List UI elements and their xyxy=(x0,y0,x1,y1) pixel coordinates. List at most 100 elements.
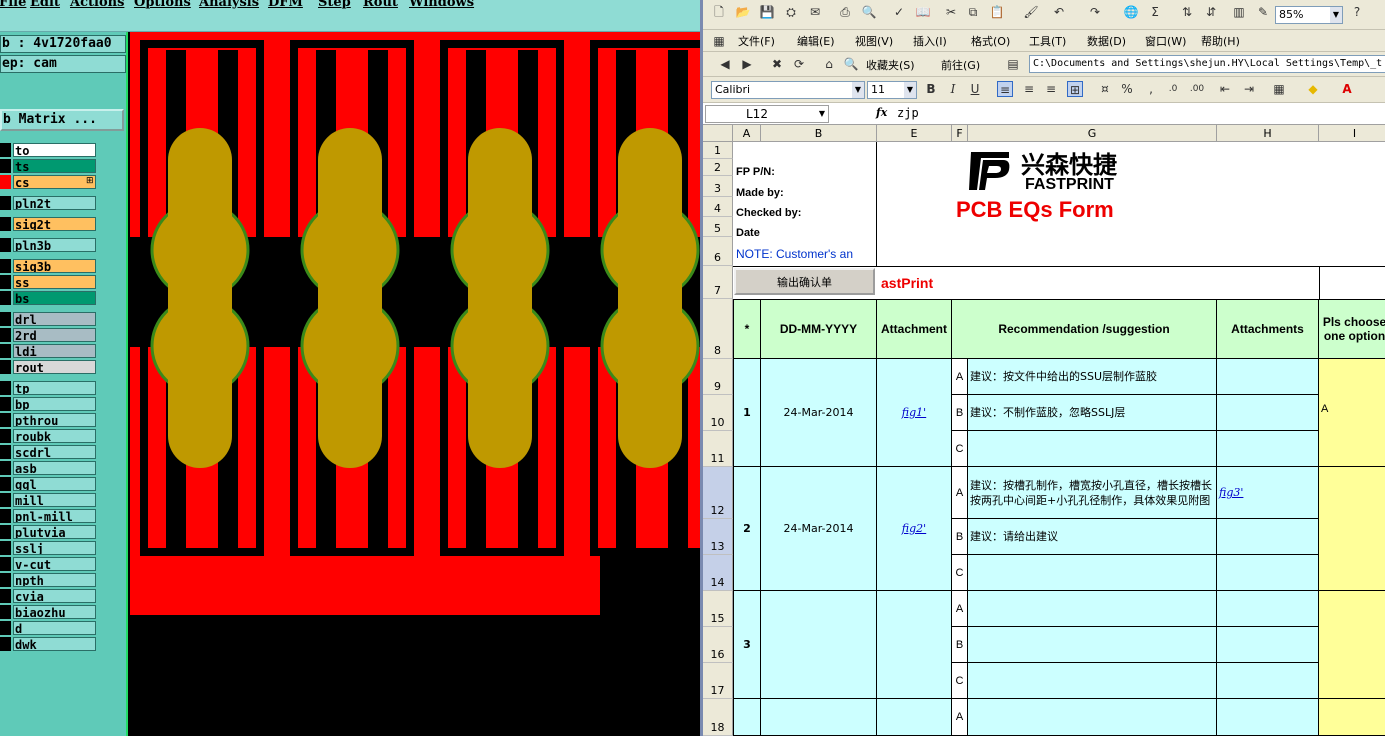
layer-name[interactable]: ts xyxy=(13,159,96,173)
layer-row-to[interactable]: to xyxy=(0,142,128,158)
select-all-corner[interactable] xyxy=(703,125,733,142)
item-attachment-cell[interactable]: fig1' xyxy=(877,359,952,467)
option-recommendation[interactable] xyxy=(968,431,1217,467)
menu-dfm[interactable]: DFM xyxy=(268,0,303,10)
layer-row-mill[interactable]: mill xyxy=(0,492,128,508)
layer-swatch[interactable] xyxy=(0,429,11,443)
menu-window-cn[interactable]: 窗口(W) xyxy=(1145,33,1186,49)
layer-swatch[interactable] xyxy=(0,196,11,210)
increase-indent-icon[interactable]: ⇥ xyxy=(1241,81,1257,97)
autosum-icon[interactable]: Σ xyxy=(1147,4,1163,20)
item-number[interactable]: 2 xyxy=(733,467,761,591)
merge-center-icon[interactable]: ⊞ xyxy=(1067,81,1083,97)
layer-name[interactable]: to xyxy=(13,143,96,157)
menu-edit-cn[interactable]: 编辑(E) xyxy=(797,33,835,49)
menu-help-cn[interactable]: 帮助(H) xyxy=(1201,33,1240,49)
layer-row-npth[interactable]: npth xyxy=(0,572,128,588)
layer-swatch[interactable] xyxy=(0,589,11,603)
font-name-box[interactable]: Calibri ▼ xyxy=(711,81,865,99)
choice-cell[interactable] xyxy=(1319,591,1385,699)
layer-name[interactable]: dwk xyxy=(13,637,96,651)
layer-swatch[interactable] xyxy=(0,509,11,523)
layer-row-ss[interactable]: ss xyxy=(0,274,128,290)
menu-options[interactable]: Options xyxy=(134,0,191,10)
new-icon[interactable]: 🗋 xyxy=(711,4,727,20)
column-header-b[interactable]: B xyxy=(761,125,877,142)
italic-icon[interactable]: I xyxy=(945,81,961,97)
comma-icon[interactable]: , xyxy=(1143,81,1159,97)
row-header[interactable]: 12 xyxy=(703,467,733,519)
layer-row-drl[interactable]: drl xyxy=(0,311,128,327)
row-header[interactable]: 4 xyxy=(703,197,733,217)
layer-name[interactable]: sig3b xyxy=(13,259,96,273)
item-attachment-cell[interactable] xyxy=(877,591,952,699)
underline-icon[interactable]: U xyxy=(967,81,983,97)
layer-swatch[interactable] xyxy=(0,291,11,305)
layer-name[interactable]: tp xyxy=(13,381,96,395)
option-recommendation[interactable]: 建议：按文件中给出的SSU层制作蓝胶 xyxy=(968,359,1217,395)
layer-row-plutvia[interactable]: plutvia xyxy=(0,524,128,540)
layer-swatch[interactable] xyxy=(0,413,11,427)
row-header[interactable]: 8 xyxy=(703,299,733,359)
layer-name[interactable]: bp xyxy=(13,397,96,411)
menu-view-cn[interactable]: 视图(V) xyxy=(855,33,893,49)
name-box[interactable]: L12 ▼ xyxy=(705,105,829,123)
refresh-icon[interactable]: ⟳ xyxy=(791,56,807,72)
menu-analysis[interactable]: Analysis xyxy=(199,0,259,10)
font-color-icon[interactable]: A xyxy=(1339,81,1355,97)
layer-row-bs[interactable]: bs xyxy=(0,290,128,306)
help-icon[interactable]: ? xyxy=(1349,4,1365,20)
layer-row-tp[interactable]: tp xyxy=(0,380,128,396)
option-attachment-cell[interactable]: fig3' xyxy=(1217,467,1319,519)
layer-row-cvia[interactable]: cvia xyxy=(0,588,128,604)
borders-icon[interactable]: ▦ xyxy=(1271,81,1287,97)
layer-name[interactable]: drl xyxy=(13,312,96,326)
option-recommendation[interactable] xyxy=(968,663,1217,699)
layer-row-asb[interactable]: asb xyxy=(0,460,128,476)
row-header[interactable]: 18 xyxy=(703,699,733,736)
layer-name[interactable]: roubk xyxy=(13,429,96,443)
layer-row-v-cut[interactable]: v-cut xyxy=(0,556,128,572)
option-recommendation[interactable]: 建议：按槽孔制作，槽宽按小孔直径，槽长按槽长按两孔中心间距+小孔孔径制作，具体效… xyxy=(968,467,1217,519)
attachment-link[interactable]: fig1' xyxy=(902,406,926,419)
font-size-box[interactable]: 11 ▼ xyxy=(867,81,917,99)
column-header-a[interactable]: A xyxy=(733,125,761,142)
copy-icon[interactable]: ⧉ xyxy=(965,4,981,20)
option-attachment-link[interactable]: fig3' xyxy=(1219,486,1243,499)
option-recommendation[interactable] xyxy=(968,627,1217,663)
column-header-h[interactable]: H xyxy=(1217,125,1319,142)
show-web-toolbar-icon[interactable]: ▤ xyxy=(1005,56,1021,72)
sort-asc-icon[interactable]: ⇅ xyxy=(1179,4,1195,20)
layer-name[interactable]: mill xyxy=(13,493,96,507)
layer-row-sslj[interactable]: sslj xyxy=(0,540,128,556)
layer-row-roubk[interactable]: roubk xyxy=(0,428,128,444)
layer-row-ggl[interactable]: ggl xyxy=(0,476,128,492)
matrix-button[interactable]: b Matrix ... xyxy=(0,109,124,131)
align-center-icon[interactable]: ≡ xyxy=(1021,81,1037,97)
layer-swatch[interactable] xyxy=(0,275,11,289)
layer-name[interactable]: cs xyxy=(13,175,96,189)
layer-swatch[interactable] xyxy=(0,217,11,231)
layer-name[interactable]: biaozhu xyxy=(13,605,96,619)
layer-swatch[interactable] xyxy=(0,360,11,374)
layer-swatch[interactable] xyxy=(0,238,11,252)
item-attachment-cell[interactable]: fig2' xyxy=(877,467,952,591)
bold-icon[interactable]: B xyxy=(923,81,939,97)
row-header[interactable]: 10 xyxy=(703,395,733,431)
spelling-icon[interactable]: ✓ xyxy=(891,4,907,20)
layer-swatch[interactable] xyxy=(0,143,11,157)
paste-icon[interactable]: 📋 xyxy=(989,4,1005,20)
zoom-box[interactable]: 85% ▼ xyxy=(1275,6,1343,24)
row-header[interactable]: 1 xyxy=(703,142,733,159)
layer-swatch[interactable] xyxy=(0,557,11,571)
layer-row-bp[interactable]: bp xyxy=(0,396,128,412)
forward-icon[interactable]: ▶ xyxy=(739,56,755,72)
menu-format-cn[interactable]: 格式(O) xyxy=(971,33,1010,49)
align-left-icon[interactable]: ≡ xyxy=(997,81,1013,97)
hyperlink-icon[interactable]: 🌐 xyxy=(1123,4,1139,20)
row-header[interactable]: 2 xyxy=(703,159,733,176)
layer-row-d[interactable]: d xyxy=(0,620,128,636)
layer-swatch[interactable] xyxy=(0,397,11,411)
column-header-e[interactable]: E xyxy=(877,125,952,142)
currency-icon[interactable]: ¤ xyxy=(1097,81,1113,97)
